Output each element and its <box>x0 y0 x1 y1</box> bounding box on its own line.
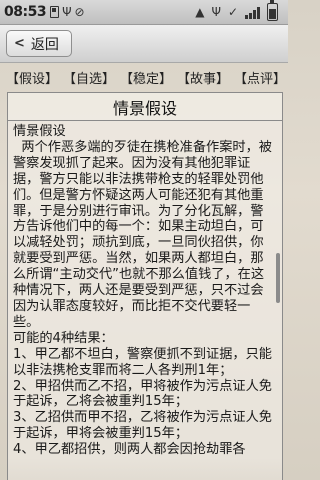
paragraph-outcome-3: 3、乙招供而甲不招，乙将被作为污点证人免于起诉，甲将会被重判15年； <box>13 410 272 442</box>
notification-icons: Ψ ⊘ <box>50 6 85 18</box>
paragraph-heading: 情景假设 <box>13 124 66 139</box>
tab-row: 【假设】 【自选】 【稳定】 【故事】 【点评】 <box>6 68 286 88</box>
scrollbar[interactable] <box>276 253 280 303</box>
paragraph-outcomes-heading: 可能的4种结果： <box>13 330 114 346</box>
sim-card-icon <box>50 6 60 18</box>
paragraph-story: 两个作恶多端的歹徒在携枪准备作案时，被警察发现抓了起来。因为没有其他犯罪证据，警… <box>13 139 272 330</box>
chevron-left-icon: < <box>14 36 25 51</box>
paragraph-outcome-4: 4、甲乙都招供，则两人都会因抢劫罪各 <box>13 442 246 458</box>
panel-title: 情景假设 <box>8 93 282 121</box>
warning-icon: ▲ <box>195 5 205 19</box>
paragraph-outcome-1: 1、甲乙都不坦白，警察便抓不到证据，只能以非法携枪支罪而将二人各判刑1年； <box>13 346 272 378</box>
content-panel[interactable]: 情景假设 情景假设 两个作恶多端的歹徒在携枪准备作案时，被警察发现抓了起来。因为… <box>7 92 283 480</box>
battery-icon <box>267 0 278 21</box>
panel-text: 情景假设 两个作恶多端的歹徒在携枪准备作案时，被警察发现抓了起来。因为没有其他犯… <box>13 124 272 458</box>
back-label: 返回 <box>30 36 59 53</box>
check-icon: ✓ <box>227 5 238 19</box>
bottom-fade <box>8 458 282 480</box>
title-bar: < 返回 <box>0 25 288 63</box>
status-time: 08:53 <box>4 4 47 20</box>
tab-comment[interactable]: 【点评】 <box>234 68 286 88</box>
status-bar: 08:53 Ψ ⊘ ▲ Ψ ✓ <box>0 0 288 25</box>
tab-self-select[interactable]: 【自选】 <box>63 68 115 88</box>
paragraph-outcome-2: 2、甲招供而乙不招，甲将被作为污点证人免于起诉，乙将会被重判15年； <box>13 378 272 410</box>
signal-bars-icon <box>245 6 260 19</box>
do-not-disturb-icon: ⊘ <box>74 5 85 19</box>
system-icons: ▲ Ψ ✓ <box>195 0 284 21</box>
tab-stable[interactable]: 【稳定】 <box>120 68 172 88</box>
tab-assumption[interactable]: 【假设】 <box>6 68 58 88</box>
usb-connected-icon: Ψ <box>211 5 221 19</box>
back-button[interactable]: < 返回 <box>6 30 72 57</box>
usb-icon: Ψ <box>62 5 72 19</box>
tab-story[interactable]: 【故事】 <box>177 68 229 88</box>
